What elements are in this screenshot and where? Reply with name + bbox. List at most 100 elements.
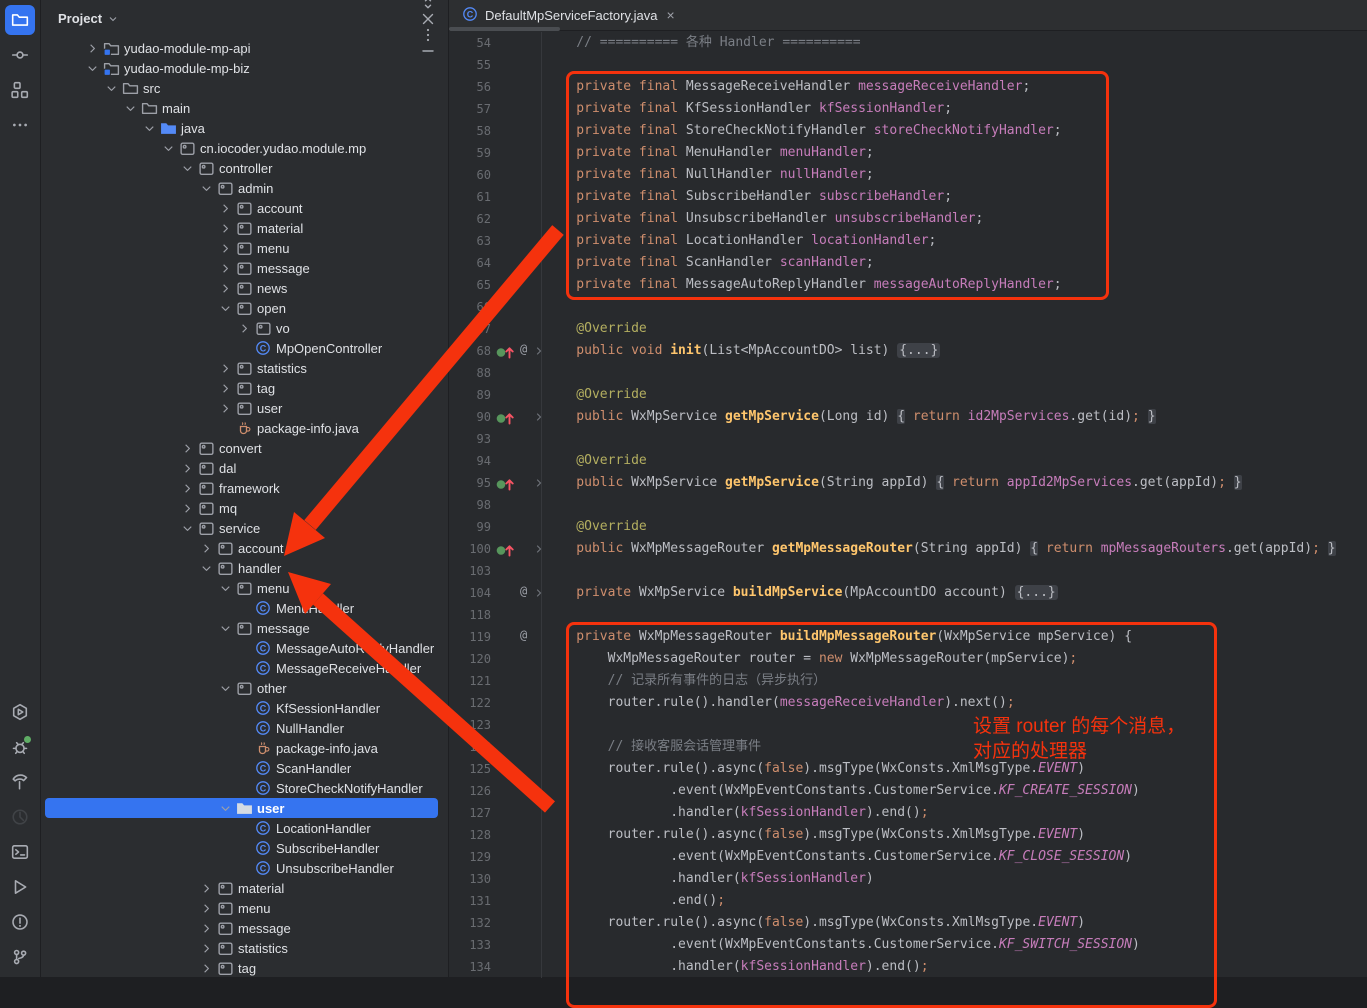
tree-item-unsubscribehandler[interactable]: CUnsubscribeHandler [45, 858, 438, 878]
tree-item-controller[interactable]: controller [45, 158, 438, 178]
tree-item-mpopencontroller[interactable]: CMpOpenController [45, 338, 438, 358]
annotation-gutter-icon[interactable]: @ [520, 628, 527, 642]
chevron-down-icon[interactable] [198, 180, 215, 196]
tab-close-icon[interactable]: × [666, 7, 674, 23]
chevron-right-icon[interactable] [217, 240, 234, 256]
project-panel-title[interactable]: Project [58, 11, 119, 26]
fold-chevron-icon[interactable] [533, 410, 545, 429]
run-icon[interactable] [5, 872, 35, 902]
chevron-right-icon[interactable] [84, 40, 101, 56]
tree-item-material[interactable]: material [45, 218, 438, 238]
swap-icon[interactable] [420, 0, 436, 11]
chevron-down-icon[interactable] [160, 140, 177, 156]
tree-item-vo[interactable]: vo [45, 318, 438, 338]
chevron-down-icon[interactable] [198, 560, 215, 576]
project-folder-icon[interactable] [5, 5, 35, 35]
tree-item-subscribehandler[interactable]: CSubscribeHandler [45, 838, 438, 858]
profiler-icon[interactable] [5, 802, 35, 832]
chevron-down-icon[interactable] [122, 100, 139, 116]
tree-item-menu[interactable]: menu [45, 238, 438, 258]
tree-item-nullhandler[interactable]: CNullHandler [45, 718, 438, 738]
override-marker-icon[interactable] [495, 476, 517, 496]
tree-item-mq[interactable]: mq [45, 498, 438, 518]
tree-item-other[interactable]: other [45, 678, 438, 698]
tree-item-message[interactable]: message [45, 258, 438, 278]
fold-chevron-icon[interactable] [533, 344, 545, 363]
annotation-gutter-icon[interactable]: @ [520, 342, 527, 356]
annotation-gutter-icon[interactable]: @ [520, 584, 527, 598]
structure-icon[interactable] [5, 75, 35, 105]
tree-item-user[interactable]: user [45, 398, 438, 418]
chevron-right-icon[interactable] [217, 260, 234, 276]
build-icon[interactable] [5, 767, 35, 797]
chevron-down-icon[interactable] [141, 120, 158, 136]
chevron-right-icon[interactable] [198, 900, 215, 916]
tree-item-account[interactable]: account [45, 198, 438, 218]
debug-icon[interactable] [5, 732, 35, 762]
fold-chevron-icon[interactable] [533, 476, 545, 495]
chevron-down-icon[interactable] [179, 160, 196, 176]
more-icon[interactable] [5, 110, 35, 140]
tree-item-open[interactable]: open [45, 298, 438, 318]
tree-item-menu[interactable]: menu [45, 578, 438, 598]
chevron-down-icon[interactable] [217, 300, 234, 316]
tree-item-message[interactable]: message [45, 618, 438, 638]
tree-item-statistics[interactable]: statistics [45, 358, 438, 378]
tree-item-scanhandler[interactable]: CScanHandler [45, 758, 438, 778]
tree-item-cn-iocoder-yudao-module-mp[interactable]: cn.iocoder.yudao.module.mp [45, 138, 438, 158]
chevron-right-icon[interactable] [217, 200, 234, 216]
tree-item-yudao-module-mp-api[interactable]: yudao-module-mp-api [45, 38, 438, 58]
terminal-icon[interactable] [5, 837, 35, 867]
chevron-down-icon[interactable] [217, 680, 234, 696]
tree-item-storechecknotifyhandler[interactable]: CStoreCheckNotifyHandler [45, 778, 438, 798]
tree-item-framework[interactable]: framework [45, 478, 438, 498]
fold-chevron-icon[interactable] [533, 542, 545, 561]
tree-item-admin[interactable]: admin [45, 178, 438, 198]
tree-item-messageautoreplyhandler[interactable]: CMessageAutoReplyHandler [45, 638, 438, 658]
tree-item-statistics[interactable]: statistics [45, 938, 438, 958]
chevron-right-icon[interactable] [198, 880, 215, 896]
git-icon[interactable] [5, 942, 35, 972]
collapse-x-icon[interactable] [420, 11, 436, 27]
chevron-right-icon[interactable] [198, 960, 215, 976]
tree-item-menuhandler[interactable]: CMenuHandler [45, 598, 438, 618]
override-marker-icon[interactable] [495, 542, 517, 562]
tree-item-main[interactable]: main [45, 98, 438, 118]
tree-item-yudao-module-mp-biz[interactable]: yudao-module-mp-biz [45, 58, 438, 78]
code-editor[interactable]: 54 // ========== 各种 Handler ==========55… [449, 31, 1367, 977]
chevron-right-icon[interactable] [179, 440, 196, 456]
chevron-down-icon[interactable] [84, 60, 101, 76]
tree-item-menu[interactable]: menu [45, 898, 438, 918]
tree-item-src[interactable]: src [45, 78, 438, 98]
tree-item-java[interactable]: java [45, 118, 438, 138]
chevron-down-icon[interactable] [103, 80, 120, 96]
chevron-right-icon[interactable] [198, 940, 215, 956]
tab-defaultmpservicefactory[interactable]: C DefaultMpServiceFactory.java × [449, 0, 686, 30]
tree-item-tag[interactable]: tag [45, 378, 438, 398]
chevron-right-icon[interactable] [198, 540, 215, 556]
chevron-right-icon[interactable] [198, 920, 215, 936]
chevron-right-icon[interactable] [217, 400, 234, 416]
tree-item-package-info-java[interactable]: package-info.java [45, 418, 438, 438]
tree-item-locationhandler[interactable]: CLocationHandler [45, 818, 438, 838]
chevron-right-icon[interactable] [236, 320, 253, 336]
tree-item-account[interactable]: account [45, 538, 438, 558]
chevron-right-icon[interactable] [217, 380, 234, 396]
tree-item-handler[interactable]: handler [45, 558, 438, 578]
chevron-down-icon[interactable] [217, 620, 234, 636]
tree-item-convert[interactable]: convert [45, 438, 438, 458]
tree-item-messagereceivehandler[interactable]: CMessageReceiveHandler [45, 658, 438, 678]
tree-item-package-info-java[interactable]: package-info.java [45, 738, 438, 758]
chevron-down-icon[interactable] [179, 520, 196, 536]
tree-item-user[interactable]: user [45, 798, 438, 818]
tree-item-news[interactable]: news [45, 278, 438, 298]
chevron-down-icon[interactable] [217, 800, 234, 816]
services-icon[interactable] [5, 697, 35, 727]
tree-item-dal[interactable]: dal [45, 458, 438, 478]
chevron-right-icon[interactable] [179, 460, 196, 476]
problems-icon[interactable] [5, 907, 35, 937]
tree-item-service[interactable]: service [45, 518, 438, 538]
fold-chevron-icon[interactable] [533, 586, 545, 605]
chevron-right-icon[interactable] [179, 500, 196, 516]
override-marker-icon[interactable] [495, 410, 517, 430]
